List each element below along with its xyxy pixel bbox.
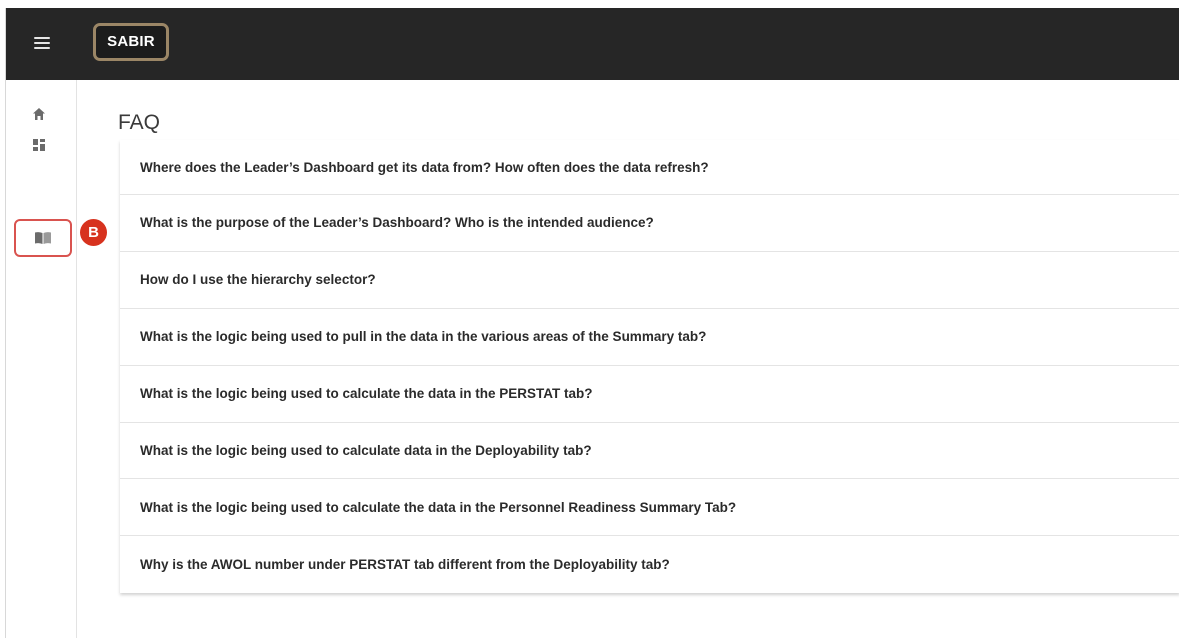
callout-badge: B xyxy=(80,219,107,246)
sidebar xyxy=(6,80,77,638)
app-logo[interactable]: SABIR xyxy=(93,23,169,61)
faq-question-6[interactable]: What is the logic being used to calculat… xyxy=(120,423,1179,480)
hamburger-menu-icon[interactable] xyxy=(34,36,50,50)
faq-question-5[interactable]: What is the logic being used to calculat… xyxy=(120,366,1179,423)
faq-list: Where does the Leader’s Dashboard get it… xyxy=(120,140,1179,594)
book-icon xyxy=(35,232,51,244)
faq-question-4[interactable]: What is the logic being used to pull in … xyxy=(120,309,1179,366)
faq-question-8[interactable]: Why is the AWOL number under PERSTAT tab… xyxy=(120,536,1179,593)
faq-question-2[interactable]: What is the purpose of the Leader’s Dash… xyxy=(120,195,1179,252)
dashboard-icon xyxy=(33,139,45,151)
sidebar-item-dashboard[interactable] xyxy=(26,132,52,158)
app-window: SABIR FAQ Where does the Leader’s Dashbo… xyxy=(5,8,1179,638)
sidebar-item-home[interactable] xyxy=(26,101,52,127)
top-app-bar: SABIR xyxy=(6,8,1179,80)
faq-question-3[interactable]: How do I use the hierarchy selector? xyxy=(120,252,1179,309)
sidebar-item-faq[interactable] xyxy=(14,219,72,257)
page-title: FAQ xyxy=(118,111,161,134)
faq-question-1[interactable]: Where does the Leader’s Dashboard get it… xyxy=(120,140,1179,195)
faq-question-7[interactable]: What is the logic being used to calculat… xyxy=(120,479,1179,537)
home-icon xyxy=(33,108,45,120)
